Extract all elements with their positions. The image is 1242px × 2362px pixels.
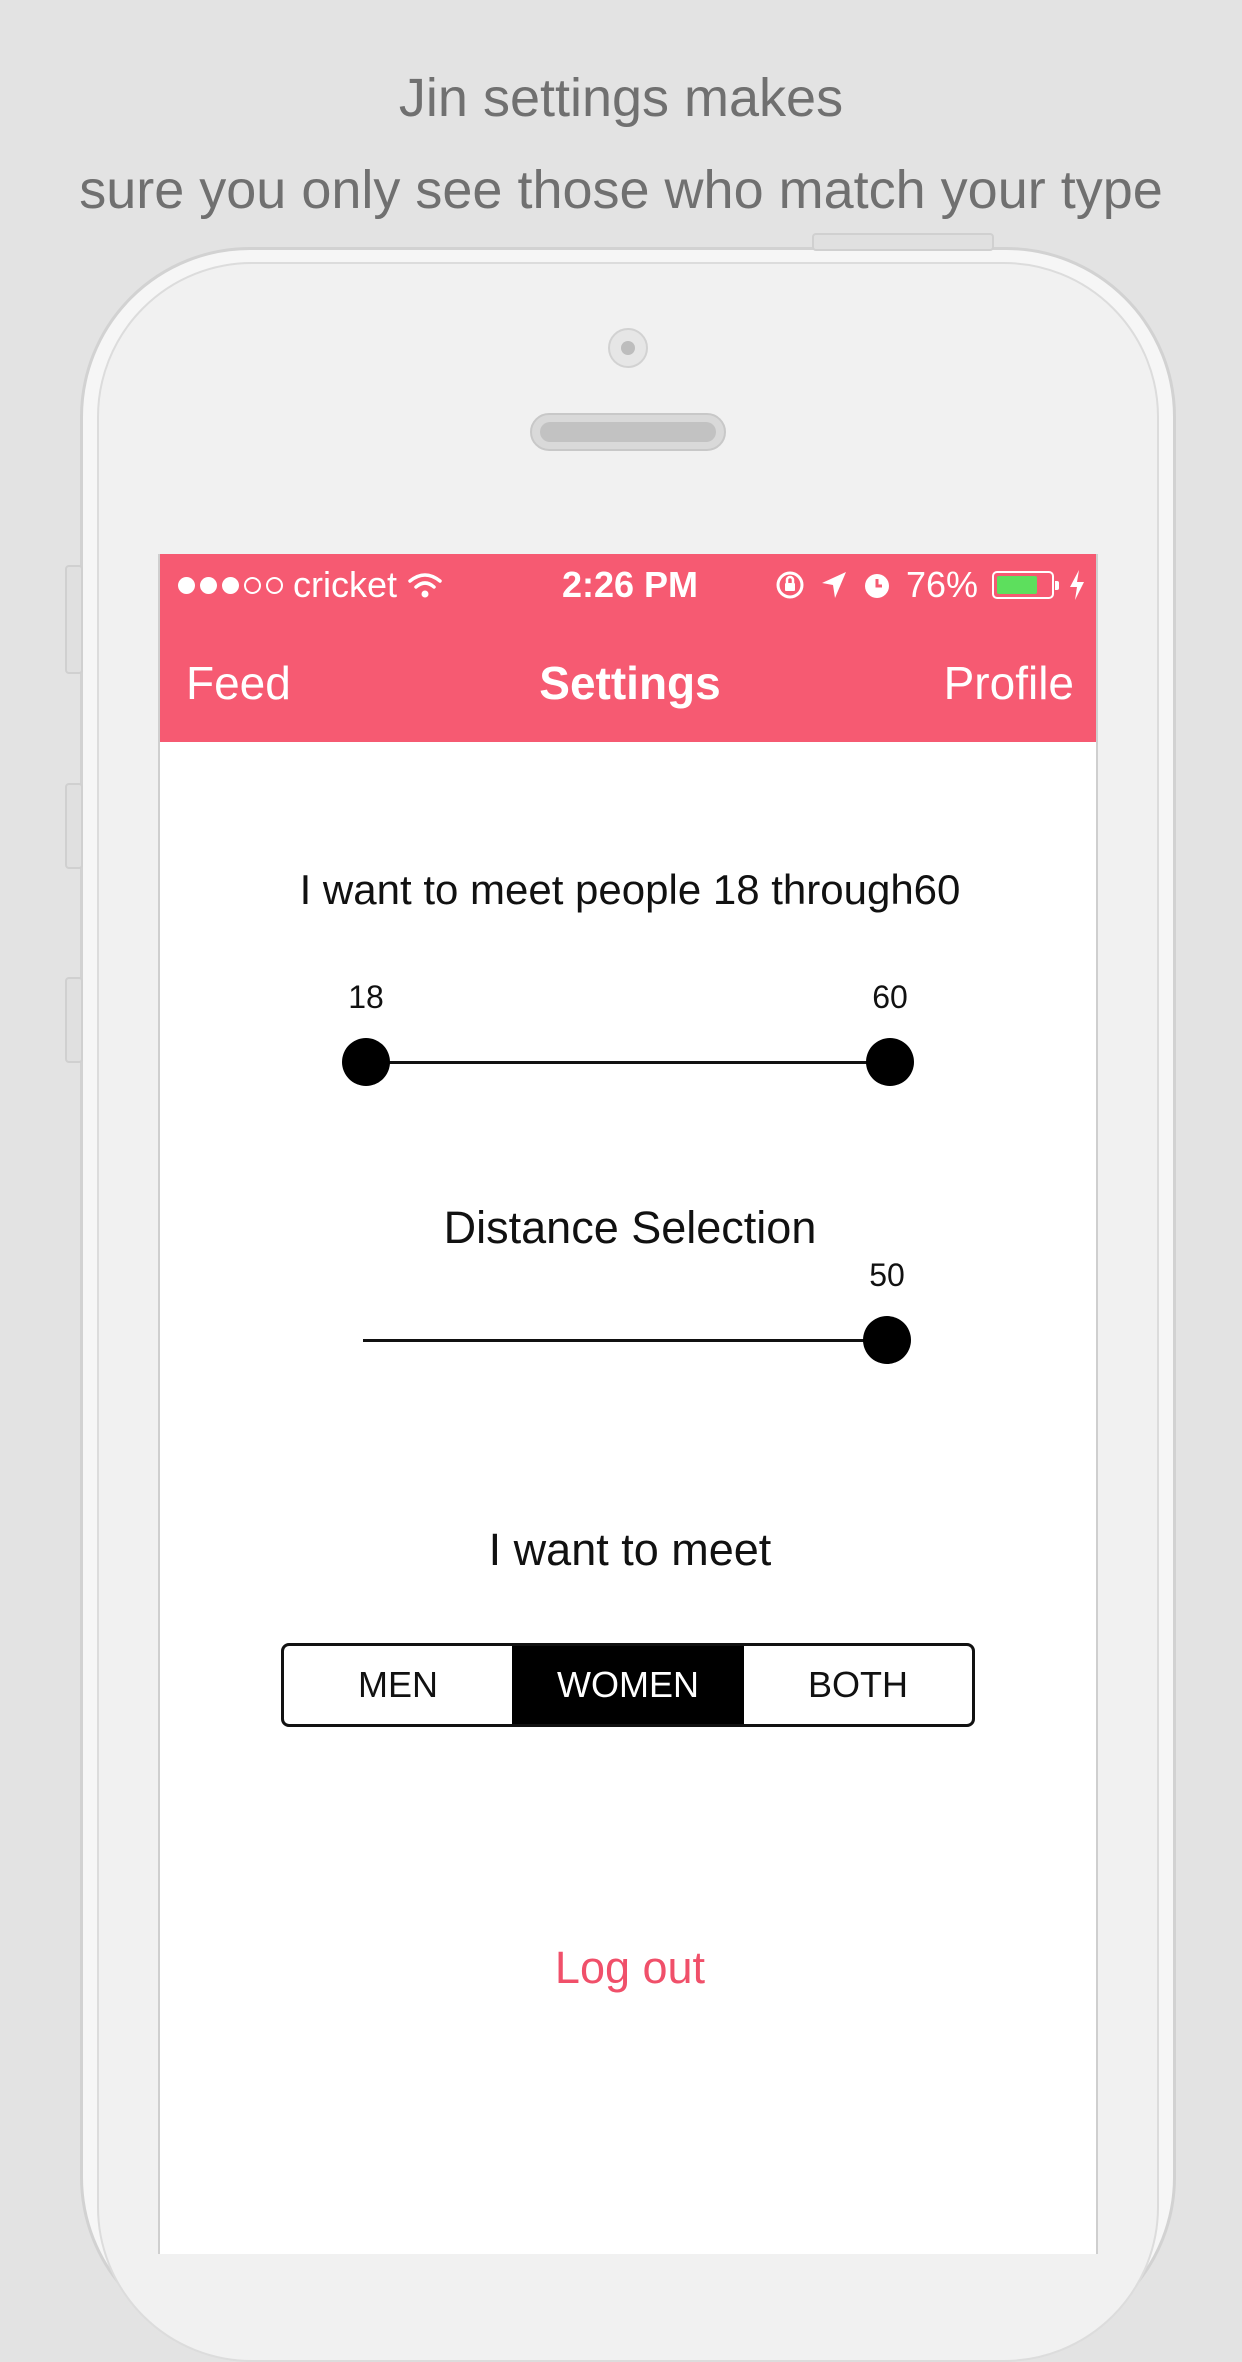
app-screen: cricket 2:26 PM 76% Feed Settings Profil… [158,554,1098,2254]
status-bar: cricket 2:26 PM 76% [160,554,1096,616]
distance-title: Distance Selection [443,1202,817,1253]
status-right: 76% [774,564,1086,606]
promo-line-2: sure you only see those who match your t… [79,160,1163,220]
battery-fill [997,576,1037,594]
app-header: cricket 2:26 PM 76% Feed Settings Profil… [160,554,1096,742]
power-button [812,233,994,251]
promo-caption: Jin settings makes sure you only see tho… [0,52,1242,236]
volume-up-button [65,783,83,869]
battery-icon [992,571,1059,599]
nav-bar: Feed Settings Profile [160,646,1096,726]
segment-men[interactable]: MEN [284,1646,512,1724]
profile-button[interactable]: Profile [944,656,1074,710]
meet-gender-title: I want to meet [488,1524,772,1575]
age-slider-track[interactable] [366,1061,890,1064]
rotation-lock-icon [776,571,804,599]
age-min-label: 18 [348,979,384,1015]
age-max-label: 60 [872,979,908,1015]
segment-women[interactable]: WOMEN [512,1646,744,1724]
gender-segmented-control: MEN WOMEN BOTH [281,1643,975,1727]
earpiece-speaker [530,413,726,451]
location-arrow-icon [821,572,846,598]
distance-thumb[interactable] [863,1316,911,1364]
charging-bolt-icon [1070,570,1084,600]
promo-line-1: Jin settings makes [398,68,844,128]
volume-down-button [65,977,83,1063]
battery-percent: 76% [905,564,978,605]
age-max-thumb[interactable] [866,1038,914,1086]
logout-button[interactable]: Log out [160,1942,1096,1994]
front-camera [608,328,648,368]
alarm-icon [864,574,889,598]
segment-both[interactable]: BOTH [744,1646,972,1724]
age-range-title: I want to meet people 18 through60 [299,866,961,913]
age-min-thumb[interactable] [342,1038,390,1086]
distance-slider-track[interactable] [363,1339,887,1342]
mute-switch [65,565,83,674]
distance-value-label: 50 [869,1257,905,1293]
